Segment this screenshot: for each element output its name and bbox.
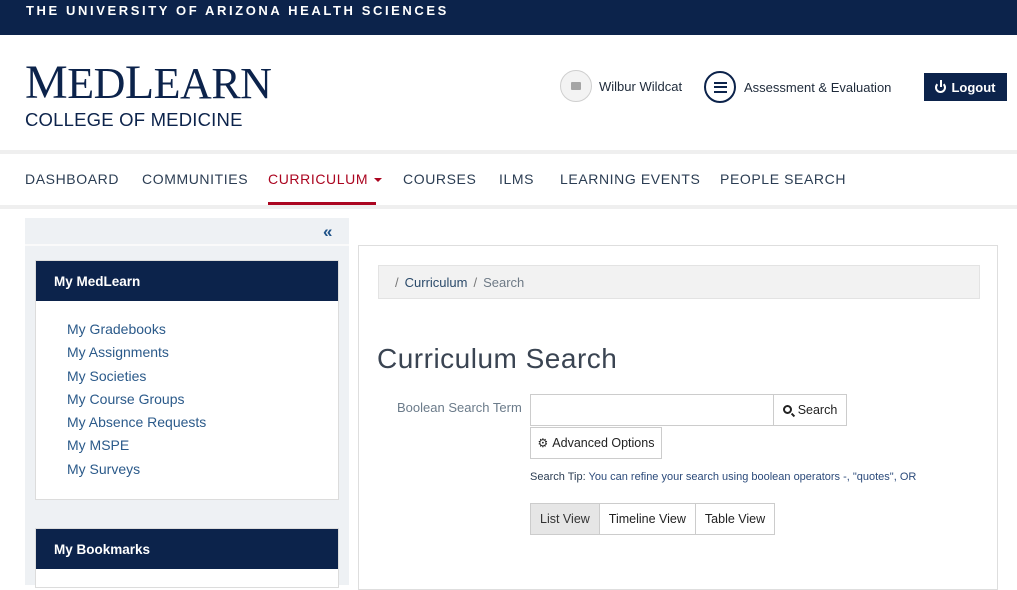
nav-divider-bottom [0,205,1017,209]
nav-dashboard[interactable]: DASHBOARD [25,171,119,187]
my-bookmarks-panel: My Bookmarks [35,528,339,588]
sidebar-item-societies[interactable]: My Societies [67,368,338,391]
page-title: Curriculum Search [377,343,618,374]
nav-ilms[interactable]: ILMS [499,171,534,187]
nav-learning-events[interactable]: LEARNING EVENTS [560,171,700,187]
list-icon [704,71,736,103]
collapse-sidebar-icon[interactable]: « [323,222,332,242]
nav-people-search[interactable]: PEOPLE SEARCH [720,171,846,187]
search-tip-text: You can refine your search using boolean… [588,471,917,483]
search-button-label: Search [797,403,838,417]
list-view-button[interactable]: List View [531,504,600,534]
assessment-evaluation-link[interactable]: Assessment & Evaluation [704,70,891,104]
search-tip-label: Search Tip: [530,471,586,483]
user-profile[interactable]: Wilbur Wildcat [560,69,682,103]
breadcrumb-separator: / [395,274,399,290]
my-medlearn-list: My Gradebooks My Assignments My Societie… [36,301,338,500]
medlearn-logo[interactable]: MEDLEARN [25,59,272,107]
university-bar: THE UNIVERSITY OF ARIZONA HEALTH SCIENCE… [0,0,1017,35]
table-view-button[interactable]: Table View [695,504,775,534]
sidebar: « My MedLearn My Gradebooks My Assignmen… [25,218,349,588]
breadcrumb-current: Search [483,274,525,290]
sidebar-item-course-groups[interactable]: My Course Groups [67,391,338,414]
sidebar-divider [25,244,349,246]
nav-communities[interactable]: COMMUNITIES [142,171,248,187]
image-placeholder-icon [571,82,581,90]
nav-curriculum[interactable]: CURRICULUM [268,171,383,187]
avatar [560,70,592,102]
advanced-options-label: Advanced Options [552,436,655,450]
advanced-options-button[interactable]: ⚙ Advanced Options [530,427,662,459]
my-medlearn-title: My MedLearn [36,261,338,301]
main-nav: DASHBOARD COMMUNITIES CURRICULUM COURSES… [0,154,1017,205]
my-medlearn-panel: My MedLearn My Gradebooks My Assignments… [35,260,339,500]
sidebar-item-surveys[interactable]: My Surveys [67,461,338,484]
breadcrumb: / Curriculum / Search [378,265,980,299]
university-title: THE UNIVERSITY OF ARIZONA HEALTH SCIENCE… [26,3,449,18]
caret-down-icon [374,178,383,183]
logout-label: Logout [951,79,996,95]
sidebar-item-absence-requests[interactable]: My Absence Requests [67,414,338,437]
assessment-evaluation-label: Assessment & Evaluation [744,79,892,95]
view-toggle-group: List View Timeline View Table View [530,503,776,535]
sidebar-item-gradebooks[interactable]: My Gradebooks [67,321,338,344]
search-button[interactable]: Search [773,394,847,426]
sidebar-item-assignments[interactable]: My Assignments [67,344,338,367]
search-term-label: Boolean Search Term [397,400,522,415]
user-name: Wilbur Wildcat [599,78,683,94]
nav-curriculum-label: CURRICULUM [268,171,369,187]
logo-subtitle: COLLEGE OF MEDICINE [25,109,243,130]
search-tip: Search Tip: You can refine your search u… [530,471,916,483]
my-bookmarks-title: My Bookmarks [36,529,338,569]
power-icon [935,79,947,93]
breadcrumb-separator: / [473,274,478,290]
breadcrumb-curriculum[interactable]: Curriculum [405,275,468,290]
gear-icon: ⚙ [537,436,549,450]
search-icon [782,404,792,414]
timeline-view-button[interactable]: Timeline View [599,504,696,534]
nav-courses[interactable]: COURSES [403,171,476,187]
sidebar-item-mspe[interactable]: My MSPE [67,437,338,460]
search-input[interactable] [530,394,773,426]
site-header: MEDLEARN COLLEGE OF MEDICINE Wilbur Wild… [0,35,1017,150]
logout-button[interactable]: Logout [924,73,1007,101]
main-content: / Curriculum / Search Curriculum Search … [358,245,998,590]
